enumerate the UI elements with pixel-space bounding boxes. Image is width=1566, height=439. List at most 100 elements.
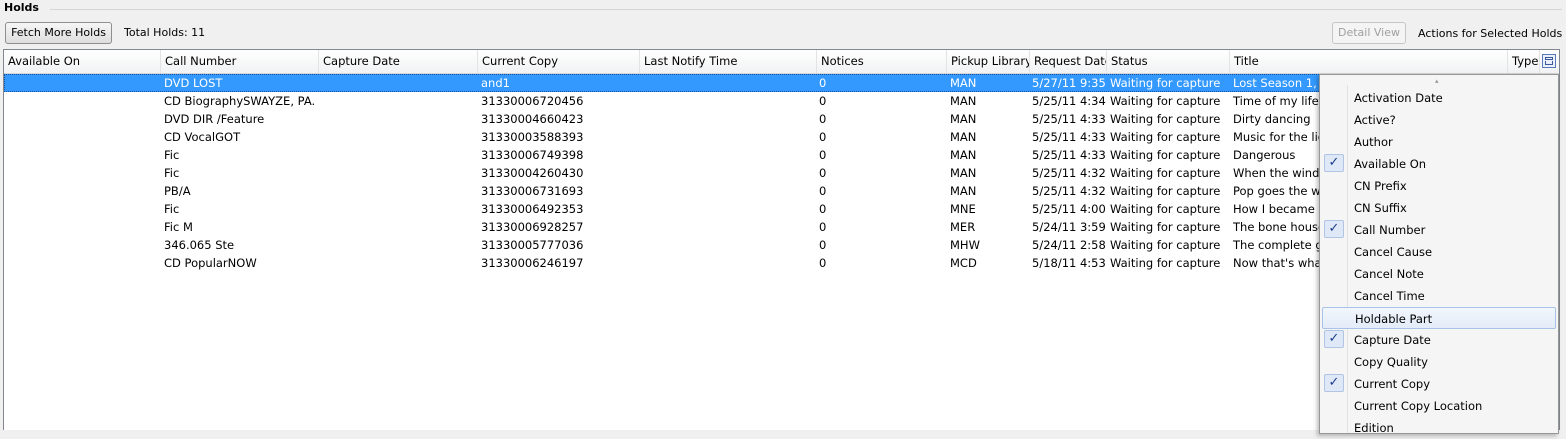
column-menu-item-label: Edition (1354, 421, 1394, 435)
cell-current-copy: 31330004660423 (481, 112, 584, 126)
cell-request-date: 5/18/11 4:53... (1032, 256, 1106, 270)
cell-current-copy: 31330003588393 (481, 130, 584, 144)
column-menu-item[interactable]: CN Prefix (1322, 175, 1556, 197)
cell-call-number: DVD LOST (164, 76, 223, 90)
cell-current-copy: 31330005777036 (481, 238, 584, 252)
column-menu-item[interactable]: Edition (1322, 417, 1556, 439)
cell-title: When the wind b (1233, 166, 1319, 180)
column-menu-item-label: Activation Date (1354, 91, 1443, 105)
cell-pickup-library: MAN (950, 130, 977, 144)
checkmark-icon: ✓ (1324, 374, 1344, 392)
column-menu-item-label: CN Suffix (1354, 201, 1407, 215)
cell-status: Waiting for capture (1110, 220, 1221, 234)
column-menu-item[interactable]: ✓ Call Number (1322, 219, 1556, 241)
cell-request-date: 5/25/11 4:32... (1032, 184, 1106, 198)
column-header-notices[interactable]: Notices (817, 50, 947, 73)
cell-notices: 0 (819, 256, 827, 270)
cell-status: Waiting for capture (1110, 202, 1221, 216)
column-menu-item[interactable]: CN Suffix (1322, 197, 1556, 219)
column-picker-icon[interactable] (1542, 54, 1556, 68)
cell-current-copy: 31330004260430 (481, 166, 584, 180)
cell-call-number: Fic (164, 166, 180, 180)
cell-request-date: 5/25/11 4:00... (1032, 202, 1106, 216)
cell-pickup-library: MAN (950, 166, 977, 180)
column-header-call-number[interactable]: Call Number (161, 50, 319, 73)
cell-request-date: 5/27/11 9:35... (1032, 76, 1106, 90)
column-menu-item-label: Capture Date (1354, 333, 1431, 347)
cell-current-copy: 31330006492353 (481, 202, 584, 216)
column-menu-item[interactable]: Cancel Note (1322, 263, 1556, 285)
cell-status: Waiting for capture (1110, 112, 1221, 126)
cell-notices: 0 (819, 202, 827, 216)
column-header-capture-date[interactable]: Capture Date (319, 50, 478, 73)
column-header-request-date[interactable]: Request Date (1030, 50, 1107, 73)
cell-current-copy: 31330006928257 (481, 220, 584, 234)
checkmark-icon: ✓ (1324, 330, 1344, 348)
column-header-status[interactable]: Status (1107, 50, 1230, 73)
cell-status: Waiting for capture (1110, 184, 1221, 198)
column-header-current-copy[interactable]: Current Copy (478, 50, 640, 73)
column-menu-item[interactable]: Cancel Time (1322, 285, 1556, 307)
cell-notices: 0 (819, 166, 827, 180)
cell-title: Now that's what (1233, 256, 1319, 270)
cell-request-date: 5/24/11 2:58... (1032, 238, 1106, 252)
cell-current-copy: 31330006731693 (481, 184, 584, 198)
column-menu-item-label: Cancel Time (1354, 289, 1425, 303)
column-header-last-notify-time[interactable]: Last Notify Time (640, 50, 817, 73)
column-menu-item-label: Cancel Note (1354, 267, 1424, 281)
cell-title: Pop goes the we (1233, 184, 1319, 198)
column-header-title[interactable]: Title (1230, 50, 1508, 73)
cell-status: Waiting for capture (1110, 130, 1221, 144)
groupbox-title: Holds (4, 1, 39, 14)
groupbox-divider (50, 9, 1562, 10)
cell-request-date: 5/24/11 3:59... (1032, 220, 1106, 234)
column-menu-item[interactable]: Current Copy Location (1322, 395, 1556, 417)
cell-title: The bone house (1233, 220, 1319, 234)
column-header-pickup-library[interactable]: Pickup Library (947, 50, 1030, 73)
cell-pickup-library: MCD (950, 256, 977, 270)
cell-status: Waiting for capture (1110, 76, 1221, 90)
cell-title: How I became a (1233, 202, 1319, 216)
column-menu-item-label: Author (1354, 135, 1393, 149)
cell-pickup-library: MAN (950, 76, 977, 90)
column-menu-item[interactable]: Activation Date (1322, 87, 1556, 109)
column-menu-item[interactable]: ✓ Current Copy (1322, 373, 1556, 395)
column-menu-item-label: Available On (1354, 157, 1427, 171)
fetch-more-holds-button[interactable]: Fetch More Holds (5, 22, 112, 44)
cell-notices: 0 (819, 148, 827, 162)
column-menu-item[interactable]: Cancel Cause (1322, 241, 1556, 263)
cell-call-number: Fic M (164, 220, 193, 234)
column-menu-item-label: Copy Quality (1354, 355, 1428, 369)
column-header-type[interactable]: Type (1508, 50, 1540, 73)
cell-status: Waiting for capture (1110, 238, 1221, 252)
column-menu-item[interactable]: Holdable Part (1322, 307, 1556, 329)
detail-view-button[interactable]: Detail View (1332, 22, 1406, 44)
column-menu-item[interactable]: ✓ Capture Date (1322, 329, 1556, 351)
cell-call-number: Fic (164, 148, 180, 162)
column-menu-item-label: Call Number (1354, 223, 1426, 237)
cell-call-number: 346.065 Ste (164, 238, 235, 252)
cell-request-date: 5/25/11 4:33... (1032, 148, 1106, 162)
cell-pickup-library: MAN (950, 112, 977, 126)
column-menu-item[interactable]: Author (1322, 131, 1556, 153)
column-menu-item-label: Current Copy (1354, 377, 1431, 391)
cell-status: Waiting for capture (1110, 166, 1221, 180)
actions-for-selected-holds-menu[interactable]: Actions for Selected Holds (1418, 24, 1562, 44)
cell-notices: 0 (819, 238, 827, 252)
column-menu-item-label: Cancel Cause (1354, 245, 1433, 259)
cell-current-copy: 31330006749398 (481, 148, 584, 162)
cell-request-date: 5/25/11 4:33... (1032, 130, 1106, 144)
column-menu-item[interactable]: Active? (1322, 109, 1556, 131)
cell-notices: 0 (819, 184, 827, 198)
cell-pickup-library: MHW (950, 238, 980, 252)
column-header-available-on[interactable]: Available On (4, 50, 161, 73)
column-menu-item[interactable]: ✓ Available On (1322, 153, 1556, 175)
cell-title: Lost Season 1, Di (1233, 76, 1319, 90)
cell-status: Waiting for capture (1110, 94, 1221, 108)
cell-call-number: CD VocalGOT (164, 130, 241, 144)
cell-call-number: CD PopularNOW (164, 256, 257, 270)
cell-current-copy: 31330006246197 (481, 256, 584, 270)
scroll-up-arrow-icon[interactable]: ▴ (1435, 77, 1439, 85)
column-menu-item[interactable]: Copy Quality (1322, 351, 1556, 373)
cell-notices: 0 (819, 94, 827, 108)
